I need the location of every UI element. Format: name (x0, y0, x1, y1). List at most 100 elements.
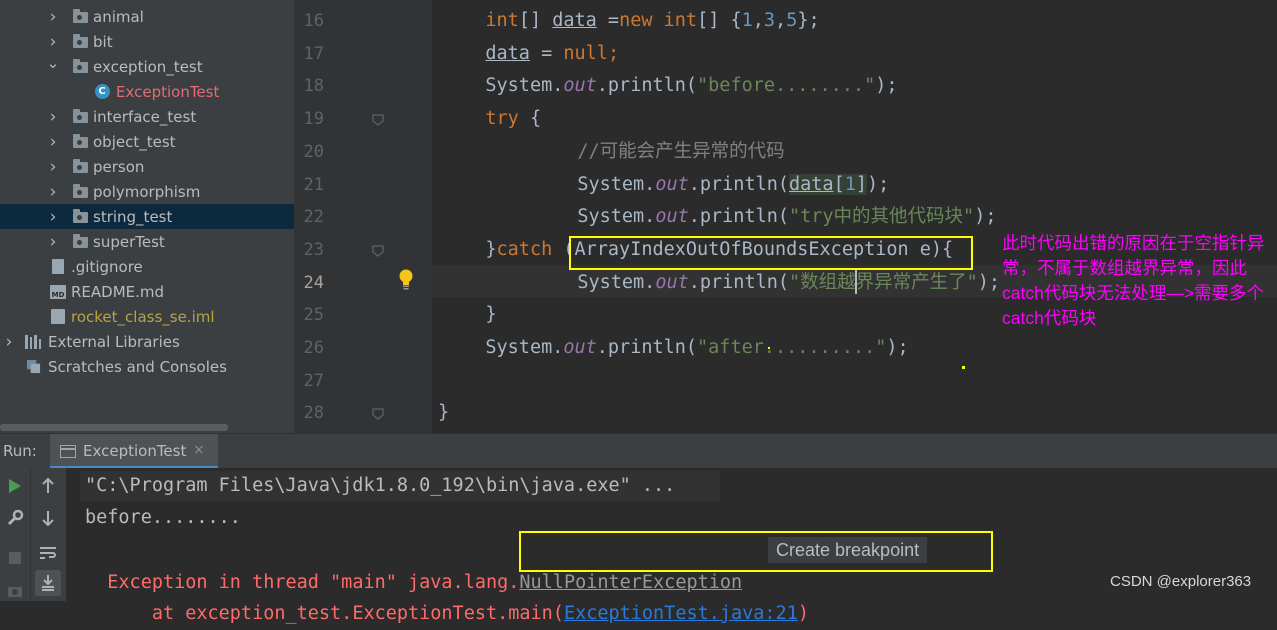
code-token: "after.........." (697, 337, 887, 358)
tab-label: ExceptionTest (83, 442, 187, 460)
tree-item-external-libraries[interactable]: › External Libraries (0, 329, 294, 354)
tree-item-bit[interactable]: › bit (0, 29, 294, 54)
chevron-right-icon[interactable]: › (46, 157, 60, 177)
wrench-icon[interactable] (2, 505, 28, 531)
line-number[interactable]: 17 (294, 38, 324, 70)
line-number[interactable]: 26 (294, 332, 324, 364)
horizontal-scrollbar[interactable] (0, 424, 228, 431)
line-number[interactable]: 27 (294, 365, 324, 397)
fold-marker-icon[interactable] (371, 112, 385, 126)
tree-item-gitignore[interactable]: .gitignore (0, 254, 294, 279)
code-token: } (438, 402, 450, 424)
line-number[interactable]: 22 (294, 201, 324, 233)
tree-item-label: Scratches and Consoles (48, 357, 227, 376)
tree-item-label: rocket_class_se.iml (71, 307, 215, 326)
line-number[interactable]: 16 (294, 5, 324, 37)
code-line[interactable]: try { (485, 103, 541, 135)
chevron-right-icon[interactable]: › (2, 332, 16, 352)
module-file-icon (50, 309, 66, 325)
chevron-right-icon[interactable]: › (46, 7, 60, 27)
code-line[interactable]: System.out.println("数组越界异常产生了"); (533, 267, 1000, 299)
down-arrow-icon[interactable] (35, 505, 61, 531)
code-token: out (563, 337, 597, 358)
tree-item-supertest[interactable]: › superTest (0, 229, 294, 254)
text-caret (855, 270, 857, 294)
stacktrace-link[interactable]: ExceptionTest.java:21 (564, 603, 798, 624)
code-line[interactable]: int[] data =new int[] {1,3,5}; (485, 5, 819, 37)
tree-item-exceptiontest[interactable]: C ExceptionTest (0, 79, 294, 104)
line-number[interactable]: 23 (294, 234, 324, 266)
file-icon (50, 259, 66, 275)
code-line[interactable]: data = null; (485, 38, 619, 70)
fold-marker-icon[interactable] (371, 406, 385, 421)
console-java-path: "C:\Program Files\Java\jdk1.8.0_192\bin\… (85, 475, 676, 496)
tree-item-label: .gitignore (71, 257, 143, 276)
code-token: } (485, 238, 497, 260)
tree-item-person[interactable]: › person (0, 154, 294, 179)
code-token: { (518, 108, 542, 130)
code-line[interactable]: System.out.println("try中的其他代码块"); (533, 201, 996, 233)
tree-item-label: person (93, 157, 145, 176)
tree-item-interface-test[interactable]: › interface_test (0, 104, 294, 129)
folder-icon (72, 9, 88, 25)
library-icon (25, 334, 41, 350)
line-number[interactable]: 20 (294, 136, 324, 168)
tree-item-rocket-class-se-iml[interactable]: rocket_class_se.iml (0, 304, 294, 329)
code-token: ] (855, 173, 867, 195)
rerun-icon[interactable] (2, 473, 28, 499)
code-token: try (485, 108, 519, 130)
stacktrace-suffix: ) (797, 603, 809, 624)
line-number[interactable]: 19 (294, 103, 324, 135)
tree-item-polymorphism[interactable]: › polymorphism (0, 179, 294, 204)
chevron-right-icon[interactable]: › (46, 32, 60, 52)
code-token: } (485, 304, 497, 326)
intention-bulb-icon[interactable] (397, 267, 415, 291)
line-number[interactable]: 28 (294, 397, 324, 429)
folder-icon (72, 234, 88, 250)
chevron-down-icon[interactable]: ⌄ (46, 54, 60, 72)
tree-item-label: ExceptionTest (116, 82, 220, 101)
chevron-right-icon[interactable]: › (46, 232, 60, 252)
code-token: catch (496, 238, 553, 260)
tree-item-string-test[interactable]: › string_test (0, 204, 294, 229)
chevron-right-icon[interactable]: › (46, 207, 60, 227)
tree-item-label: External Libraries (48, 332, 180, 351)
markdown-file-icon: MD (50, 284, 66, 300)
code-token: = (596, 10, 620, 31)
code-line[interactable]: } (485, 299, 496, 331)
tree-item-readme-md[interactable]: MD README.md (0, 279, 294, 304)
code-token: 1 (741, 10, 753, 31)
code-line[interactable]: System.out.println(data[1]); (533, 169, 889, 201)
line-number[interactable]: 24 (294, 267, 324, 299)
line-number[interactable]: 21 (294, 169, 324, 201)
tree-item-object-test[interactable]: › object_test (0, 129, 294, 154)
code-line[interactable]: } (438, 397, 449, 429)
code-line[interactable]: System.out.println("after.........."); (485, 332, 908, 364)
scroll-to-end-icon[interactable] (35, 570, 61, 596)
close-icon[interactable]: × (193, 442, 205, 458)
chevron-right-icon[interactable]: › (46, 132, 60, 152)
fold-marker-icon[interactable] (371, 243, 385, 257)
code-token: = (529, 42, 564, 64)
yellow-mark (962, 366, 965, 369)
up-arrow-icon[interactable] (35, 473, 61, 499)
soft-wrap-icon[interactable] (35, 540, 61, 566)
tree-item-scratches-and-consoles[interactable]: Scratches and Consoles (0, 354, 294, 379)
chevron-right-icon[interactable]: › (46, 107, 60, 127)
stop-icon[interactable] (2, 545, 28, 571)
tree-item-exception-test[interactable]: ⌄ exception_test (0, 54, 294, 79)
stacktrace-prefix: at exception_test.ExceptionTest.main( (107, 603, 564, 624)
annotation-note: 此时代码出错的原因在于空指针异常，不属于数组越界异常，因此catch代码块无法处… (1002, 233, 1265, 328)
folder-icon (72, 59, 88, 75)
code-line[interactable]: System.out.println("before........"); (485, 70, 897, 102)
chevron-right-icon[interactable]: › (46, 182, 60, 202)
project-tree-panel: › animal › bit ⌄ exception_test C ExceptionTest… (0, 0, 294, 433)
camera-icon[interactable] (2, 578, 28, 604)
tree-item-animal[interactable]: › animal (0, 4, 294, 29)
code-line[interactable]: //可能会产生异常的代码 (533, 136, 784, 168)
line-number[interactable]: 25 (294, 299, 324, 331)
tree-item-label: interface_test (93, 107, 197, 126)
console-stacktrace-line: at exception_test.ExceptionTest.main(Exc… (85, 566, 809, 624)
tab-exceptiontest[interactable]: ExceptionTest × (50, 434, 218, 469)
line-number[interactable]: 18 (294, 70, 324, 102)
